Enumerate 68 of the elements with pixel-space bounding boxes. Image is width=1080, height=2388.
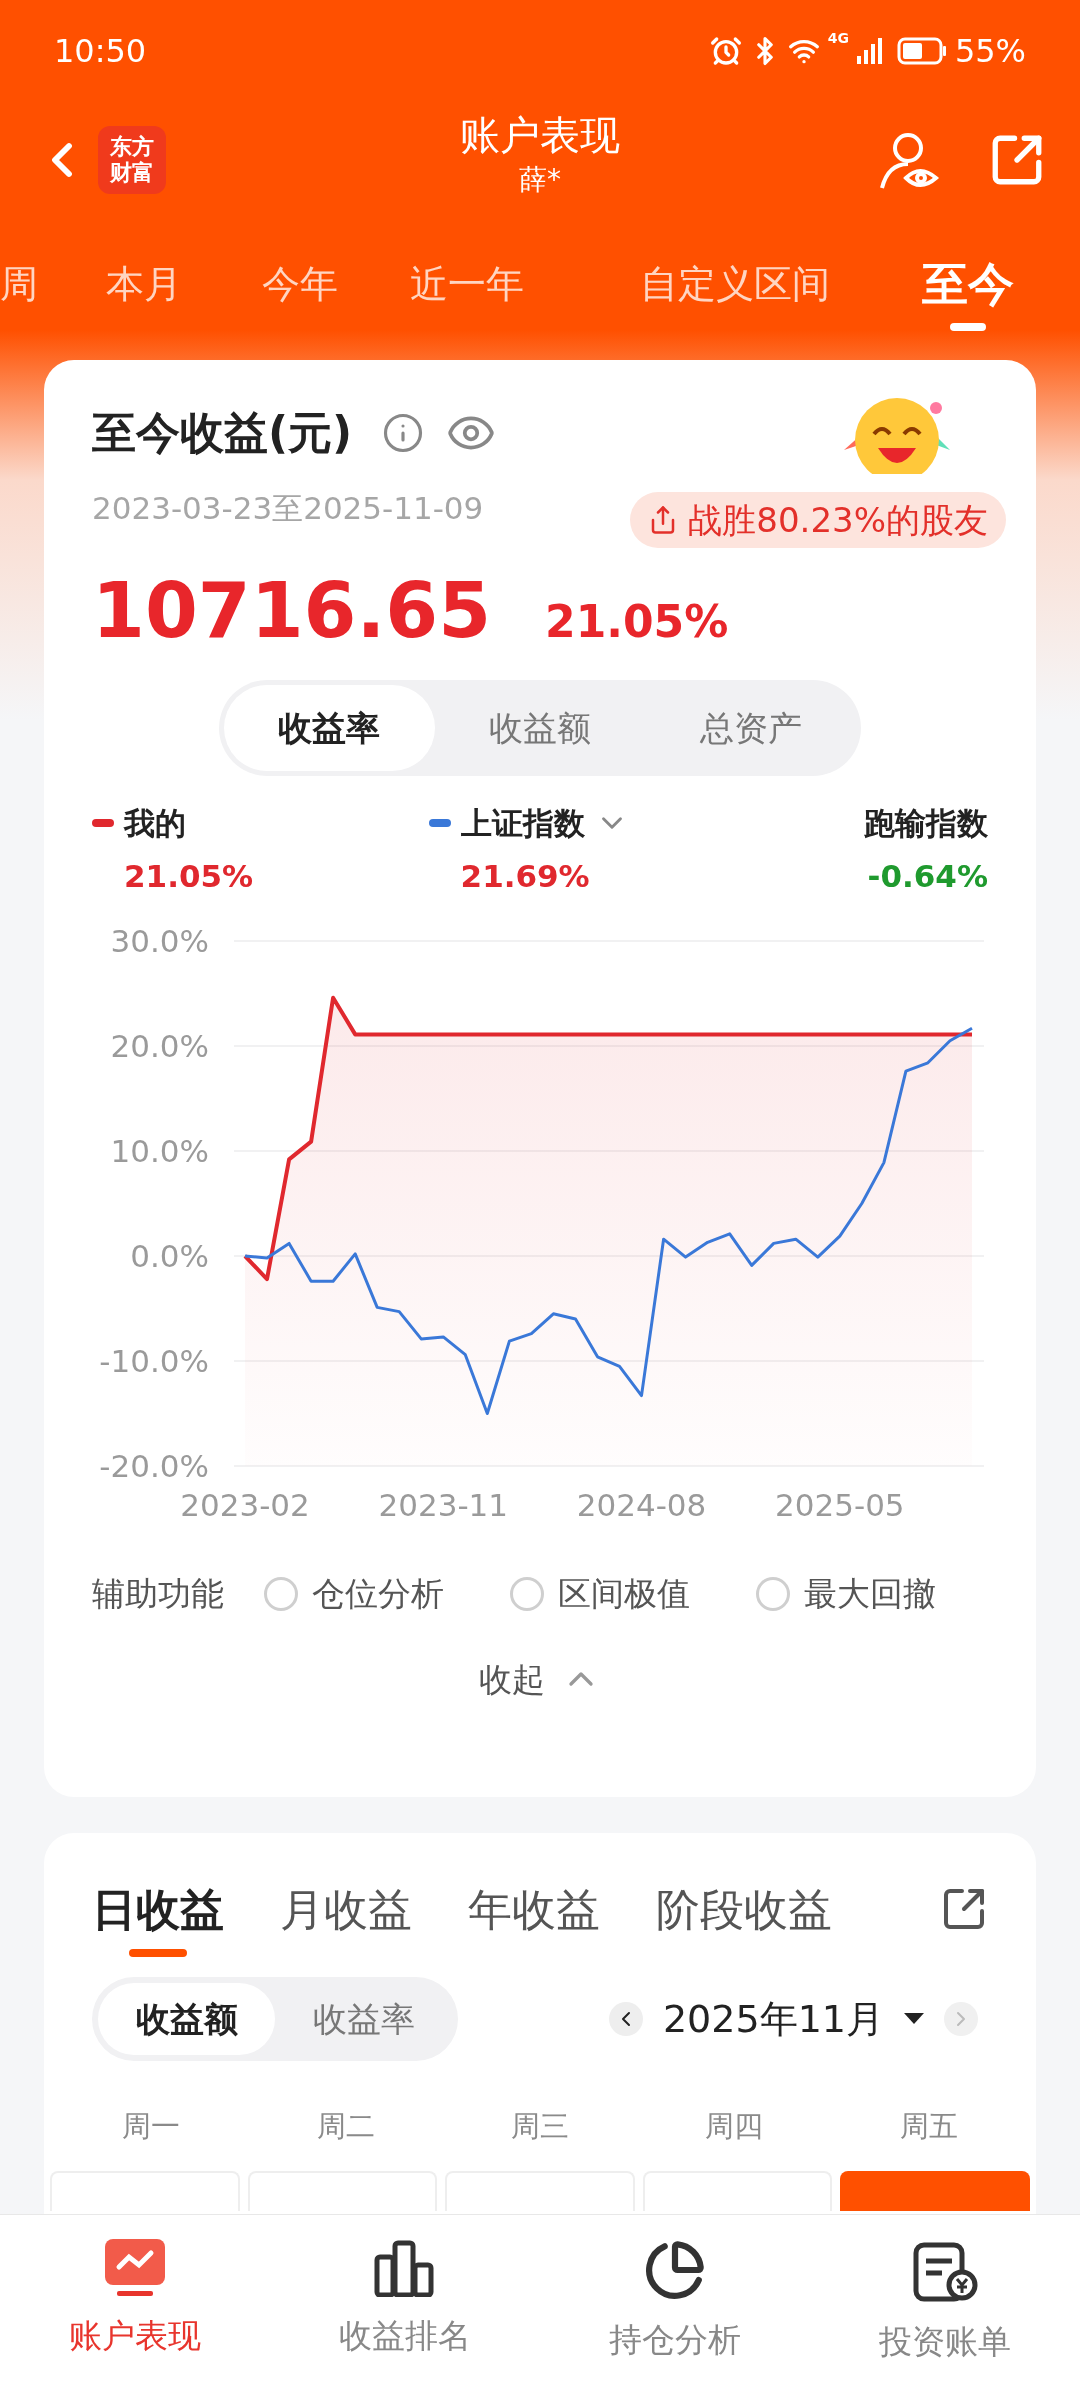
legend-value: 21.05% xyxy=(124,856,254,896)
metric-tab[interactable]: 收益额 xyxy=(434,685,646,771)
assist-label: 辅助功能 xyxy=(92,1573,224,1615)
y-axis-label: -20.0% xyxy=(99,1448,209,1484)
network-type: 4G xyxy=(827,31,849,45)
page-title: 账户表现 xyxy=(460,111,620,160)
date-range: 2023-03-23至2025-11-09 xyxy=(92,488,484,528)
income-tab[interactable]: 日收益 xyxy=(92,1877,224,1957)
info-icon[interactable] xyxy=(382,412,425,454)
period-tab[interactable]: 至今 xyxy=(922,250,1014,331)
app-logo[interactable]: 东方 财富 xyxy=(98,126,166,194)
mode-tab[interactable]: 收益额 xyxy=(98,1983,275,2055)
y-axis-label: -10.0% xyxy=(99,1343,209,1379)
weekday-label: 周一 xyxy=(121,2108,182,2145)
x-axis-label: 2024-08 xyxy=(576,1487,707,1523)
nav-tab[interactable]: 持仓分析 xyxy=(540,2215,810,2388)
assist-option[interactable]: 区间极值 xyxy=(510,1569,690,1619)
alarm-icon xyxy=(709,35,742,67)
weekday-label: 周五 xyxy=(898,2108,959,2145)
y-axis-label: 20.0% xyxy=(110,1028,209,1064)
metric-tab[interactable]: 总资产 xyxy=(645,685,856,771)
legend-value: -0.64% xyxy=(867,856,988,896)
period-tab[interactable]: 近一年 xyxy=(410,250,524,313)
weekday-label: 周二 xyxy=(315,2108,376,2145)
nav-tab[interactable]: 收益排名 xyxy=(270,2215,540,2388)
y-axis-label: 10.0% xyxy=(110,1133,209,1169)
weekday-label: 周三 xyxy=(510,2108,570,2145)
income-tab[interactable]: 阶段收益 xyxy=(656,1877,832,1957)
status-time: 10:50 xyxy=(54,31,147,72)
beat-badge[interactable]: 战胜80.23%的股友 xyxy=(630,492,1006,548)
caret-icon[interactable] xyxy=(904,2013,924,2025)
nav-tab[interactable]: 账户表现 xyxy=(0,2215,270,2388)
battery-icon xyxy=(896,37,947,65)
period-tab[interactable]: 本月 xyxy=(106,250,182,313)
legend-name: 上证指数 xyxy=(460,804,585,843)
period-tab[interactable]: 周 xyxy=(0,250,38,313)
period-tab[interactable]: 自定义区间 xyxy=(640,250,830,313)
battery-percent: 55% xyxy=(954,31,1026,72)
pie-chart-icon xyxy=(644,2239,706,2301)
assist-option[interactable]: 最大回撤 xyxy=(756,1569,936,1619)
metric-tab[interactable]: 收益率 xyxy=(224,685,435,771)
legend-name: 我的 xyxy=(124,804,186,843)
nav-tab[interactable]: 投资账单 xyxy=(810,2215,1080,2388)
period-tab[interactable]: 今年 xyxy=(262,250,338,313)
x-axis-label: 2025-05 xyxy=(775,1487,905,1523)
calendar-day[interactable] xyxy=(840,2170,1030,2211)
x-axis-label: 2023-11 xyxy=(378,1487,509,1523)
card-title: 至今收益(元) xyxy=(92,406,353,460)
page-subtitle: 薛* xyxy=(519,162,561,198)
x-axis-label: 2023-02 xyxy=(180,1487,310,1523)
bar-chart-icon xyxy=(373,2239,437,2297)
income-tab[interactable]: 月收益 xyxy=(280,1877,412,1957)
total-profit: 10716.65 xyxy=(92,565,492,657)
collapse-button[interactable]: 收起 xyxy=(479,1654,601,1704)
trend-monitor-icon xyxy=(103,2239,167,2297)
profit-rate: 21.05% xyxy=(545,595,729,649)
y-axis-label: 30.0% xyxy=(110,923,209,959)
month-label: 2025年11月 xyxy=(662,1995,884,2043)
income-tab[interactable]: 年收益 xyxy=(468,1877,600,1957)
prev-month-icon[interactable] xyxy=(608,2002,643,2036)
signal-icon xyxy=(856,38,883,64)
y-axis-label: 0.0% xyxy=(130,1238,209,1274)
mode-tab[interactable]: 收益率 xyxy=(275,1983,452,2055)
assist-option[interactable]: 仓位分析 xyxy=(264,1569,444,1619)
weekday-label: 周四 xyxy=(704,2108,765,2145)
legend-value: 21.69% xyxy=(460,856,590,896)
next-month-icon[interactable] xyxy=(944,2002,978,2036)
legend-name: 跑输指数 xyxy=(864,804,988,843)
